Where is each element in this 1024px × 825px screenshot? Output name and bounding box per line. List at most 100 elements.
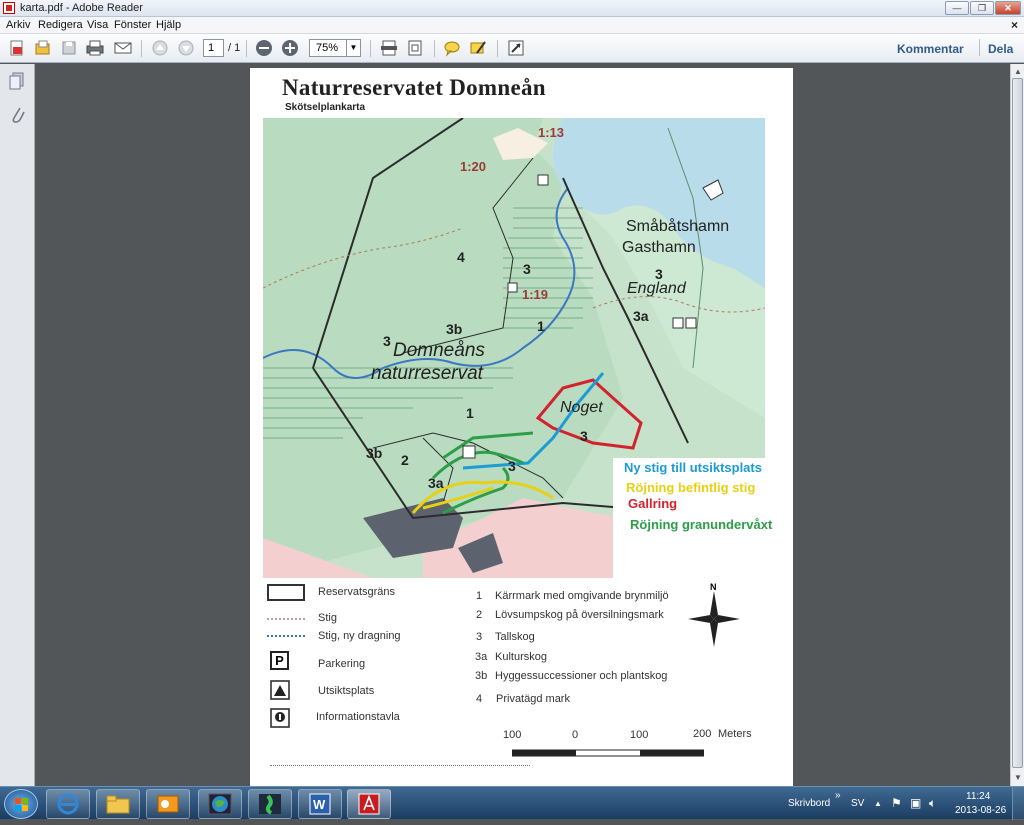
- legend-zone-text: Privatägd mark: [496, 693, 570, 705]
- clock-date[interactable]: 2013-08-26: [955, 805, 1006, 816]
- legend-zone-text: Kärrmark med omgivande brynmiljö: [495, 590, 669, 602]
- attachment-icon[interactable]: [9, 104, 25, 129]
- menu-arkiv[interactable]: Arkiv: [6, 19, 30, 31]
- language-indicator[interactable]: SV: [851, 798, 864, 809]
- fit-page-icon[interactable]: [404, 37, 426, 59]
- new-path-symbol: [267, 635, 305, 637]
- globe-icon: [208, 793, 232, 815]
- toolbar-separator: [497, 40, 498, 57]
- zone-label: 2: [401, 452, 409, 468]
- print-icon[interactable]: [84, 37, 106, 59]
- create-pdf-icon[interactable]: [6, 37, 28, 59]
- start-button[interactable]: [4, 789, 38, 819]
- menu-hjalp[interactable]: Hjälp: [156, 19, 181, 31]
- desktop-toolbar-label[interactable]: Skrivbord: [788, 798, 830, 809]
- annotation-gallring: Gallring: [628, 496, 678, 511]
- close-document-icon[interactable]: ×: [1011, 18, 1018, 32]
- toolbar-separator: [246, 40, 247, 57]
- scale-label: 1:19: [522, 287, 549, 302]
- scale-label: 1:13: [538, 125, 565, 140]
- maximize-button[interactable]: ❐: [970, 1, 994, 15]
- map-app-icon: [259, 794, 281, 815]
- scalebar-label: 100: [503, 729, 522, 741]
- fullscreen-icon[interactable]: [505, 37, 527, 59]
- zone-label: 3a: [633, 308, 649, 324]
- open-file-icon[interactable]: [32, 37, 54, 59]
- zone-label: 3: [655, 266, 663, 282]
- adobe-reader-button[interactable]: [347, 789, 391, 819]
- vertical-scrollbar[interactable]: ▲ ▼: [1010, 64, 1024, 786]
- zoom-out-icon[interactable]: [253, 37, 275, 59]
- word-button[interactable]: W: [298, 789, 342, 819]
- zone-label: 3: [383, 333, 391, 349]
- map-title: Naturreservatet Domneån: [282, 75, 546, 100]
- legend-zone-text: Hyggessuccessioner och plantskog: [495, 670, 668, 682]
- zone-label: 3b: [366, 445, 383, 461]
- tray-expand-icon[interactable]: ▲: [874, 799, 882, 808]
- title-bar: karta.pdf - Adobe Reader — ❐ ✕: [0, 0, 1024, 17]
- scalebar-label: 200: [693, 728, 712, 740]
- legend-label: Utsiktsplats: [318, 685, 375, 697]
- annotation-ny-stig: Ny stig till utsiktsplats: [624, 460, 762, 475]
- scrollbar-thumb[interactable]: [1012, 78, 1023, 768]
- place-label: naturreservat: [371, 363, 483, 384]
- toolbar-expand-icon[interactable]: »: [835, 790, 841, 801]
- zone-label: 3b: [446, 321, 463, 337]
- menu-redigera[interactable]: Redigera: [38, 19, 83, 31]
- zoom-value: 75%: [316, 42, 339, 54]
- boundary-symbol: [267, 584, 305, 601]
- page-number-input[interactable]: 1: [203, 39, 224, 57]
- menu-visa[interactable]: Visa: [87, 19, 108, 31]
- scroll-up-icon[interactable]: ▲: [1014, 67, 1022, 76]
- menu-fonster[interactable]: Fönster: [114, 19, 151, 31]
- adobe-reader-icon: [3, 2, 15, 14]
- legend-label: Stig, ny dragning: [318, 630, 401, 642]
- parking-icon: P: [270, 651, 289, 670]
- word-icon: W: [309, 793, 331, 815]
- legend-code: 4: [476, 693, 483, 705]
- pages-icon[interactable]: [8, 72, 26, 95]
- previous-page-icon[interactable]: [149, 37, 171, 59]
- volume-icon[interactable]: 🔈︎: [929, 796, 936, 811]
- legend-code: 3b: [475, 670, 488, 682]
- zone-label: 3: [508, 458, 516, 474]
- zoom-select[interactable]: 75% ▼: [309, 39, 361, 57]
- fit-width-icon[interactable]: [378, 37, 400, 59]
- legend-code: 2: [476, 609, 483, 621]
- legend-zone-text: Kulturskog: [495, 651, 547, 663]
- legend-label: Reservatsgräns: [318, 586, 396, 598]
- green-app-button[interactable]: [248, 789, 292, 819]
- highlight-icon[interactable]: [467, 37, 489, 59]
- globe-app-button[interactable]: [198, 789, 242, 819]
- internet-explorer-button[interactable]: [46, 789, 90, 819]
- scroll-down-icon[interactable]: ▼: [1014, 773, 1022, 782]
- path-symbol: [267, 618, 305, 620]
- clock-time[interactable]: 11:24: [966, 791, 990, 802]
- outlook-button[interactable]: [146, 789, 190, 819]
- window-title: karta.pdf - Adobe Reader: [20, 2, 143, 14]
- chevron-down-icon[interactable]: ▼: [346, 40, 360, 56]
- legend-label: Informationstavla: [316, 711, 400, 723]
- place-label: Gasthamn: [622, 239, 696, 256]
- zoom-in-icon[interactable]: [279, 37, 301, 59]
- zone-label: 3: [523, 261, 531, 277]
- map-image: [263, 118, 765, 578]
- page-total: / 1: [228, 42, 241, 54]
- network-icon[interactable]: ▣: [910, 796, 921, 810]
- close-window-button[interactable]: ✕: [995, 1, 1021, 15]
- next-page-icon[interactable]: [175, 37, 197, 59]
- action-center-flag-icon[interactable]: ⚑: [891, 796, 902, 810]
- comment-link[interactable]: Kommentar: [897, 42, 964, 56]
- scale-bar: [511, 744, 705, 762]
- compass-icon: [688, 591, 740, 652]
- show-desktop-button[interactable]: [1012, 787, 1024, 820]
- scalebar-unit: Meters: [718, 728, 752, 740]
- scalebar-label: 0: [572, 729, 579, 741]
- save-icon[interactable]: [58, 37, 80, 59]
- minimize-button[interactable]: —: [945, 1, 969, 15]
- share-link[interactable]: Dela: [988, 42, 1013, 56]
- email-icon[interactable]: [112, 37, 134, 59]
- comment-icon[interactable]: [441, 37, 463, 59]
- menu-bar: Arkiv Redigera Visa Fönster Hjälp ×: [0, 17, 1024, 34]
- explorer-button[interactable]: [96, 789, 140, 819]
